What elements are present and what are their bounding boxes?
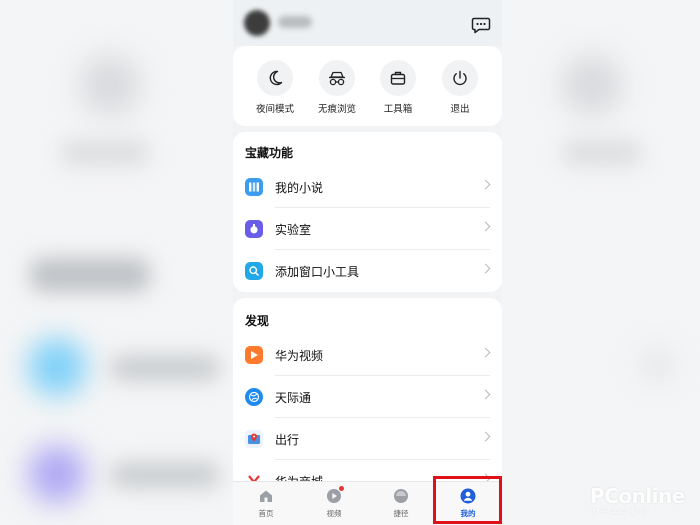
profile-header [233, 0, 502, 46]
chevron-right-icon [480, 431, 491, 442]
list-item-label: 实验室 [275, 223, 312, 237]
night-mode-label: 夜间模式 [255, 104, 294, 115]
chevron-right-icon [480, 179, 491, 190]
shortcut-icon [393, 488, 409, 504]
incognito-icon [329, 71, 345, 86]
books-icon [245, 178, 263, 196]
power-icon [453, 70, 467, 86]
nav-tab-video[interactable]: 视频 [309, 486, 359, 519]
watermark: PConline 太平洋电脑网 [590, 484, 685, 517]
list-item-label: 添加窗口小工具 [275, 265, 360, 279]
nav-label: 视频 [326, 509, 342, 518]
lab-icon [245, 220, 263, 238]
list-item-label: 我的小说 [275, 181, 324, 195]
list-item-label: 华为视频 [275, 349, 324, 363]
list-item-lab[interactable]: 实验室 [233, 208, 502, 250]
quick-actions-card: 夜间模式 无痕浏览 工具箱 退出 [233, 46, 502, 126]
exit-label: 退出 [450, 104, 470, 115]
avatar[interactable] [244, 10, 270, 36]
phone-screen: 夜间模式 无痕浏览 工具箱 退出 宝藏功能 我的小说 实验室 添加窗口小工具 发… [233, 0, 502, 525]
background-right-blurred [502, 0, 700, 525]
list-item-add-widget[interactable]: 添加窗口小工具 [233, 250, 502, 292]
list-item-skytone[interactable]: 天际通 [233, 376, 502, 418]
moon-icon [269, 70, 283, 86]
exit-button[interactable]: 退出 [430, 60, 490, 115]
notification-badge [339, 486, 344, 491]
section-title-treasure: 宝藏功能 [245, 146, 294, 160]
widget-search-icon [245, 262, 263, 280]
nav-label: 捷径 [393, 509, 409, 518]
home-icon [258, 488, 274, 504]
nav-tab-shortcut[interactable]: 捷径 [376, 488, 426, 519]
globe-icon [245, 388, 263, 406]
video-play-icon [245, 346, 263, 364]
night-mode-button[interactable]: 夜间模式 [245, 60, 305, 115]
list-item-label: 出行 [275, 433, 300, 447]
watermark-logo-text: PConline [590, 484, 685, 508]
list-item-travel[interactable]: 出行 [233, 418, 502, 460]
list-item-my-novels[interactable]: 我的小说 [233, 166, 502, 208]
chevron-right-icon [480, 263, 491, 274]
video-icon [326, 486, 344, 504]
map-pin-icon [245, 430, 263, 448]
nav-label: 首页 [258, 509, 274, 518]
chevron-right-icon [480, 389, 491, 400]
chevron-right-icon [480, 221, 491, 232]
incognito-label: 无痕浏览 [317, 104, 356, 115]
incognito-button[interactable]: 无痕浏览 [307, 60, 367, 115]
username [278, 16, 312, 28]
list-item-huawei-video[interactable]: 华为视频 [233, 334, 502, 376]
highlight-box-me-tab [433, 476, 502, 524]
toolbox-button[interactable]: 工具箱 [368, 60, 428, 115]
chevron-right-icon [480, 347, 491, 358]
section-title-discover: 发现 [245, 314, 270, 328]
list-item-label: 天际通 [275, 391, 312, 405]
discover-card: 发现 华为视频 天际通 出行 [233, 298, 502, 490]
nav-tab-home[interactable]: 首页 [241, 488, 291, 519]
toolbox-icon [390, 71, 406, 85]
toolbox-label: 工具箱 [383, 104, 413, 115]
background-left-blurred [0, 0, 233, 525]
treasure-features-card: 宝藏功能 我的小说 实验室 添加窗口小工具 [233, 132, 502, 292]
message-icon[interactable] [471, 14, 491, 34]
